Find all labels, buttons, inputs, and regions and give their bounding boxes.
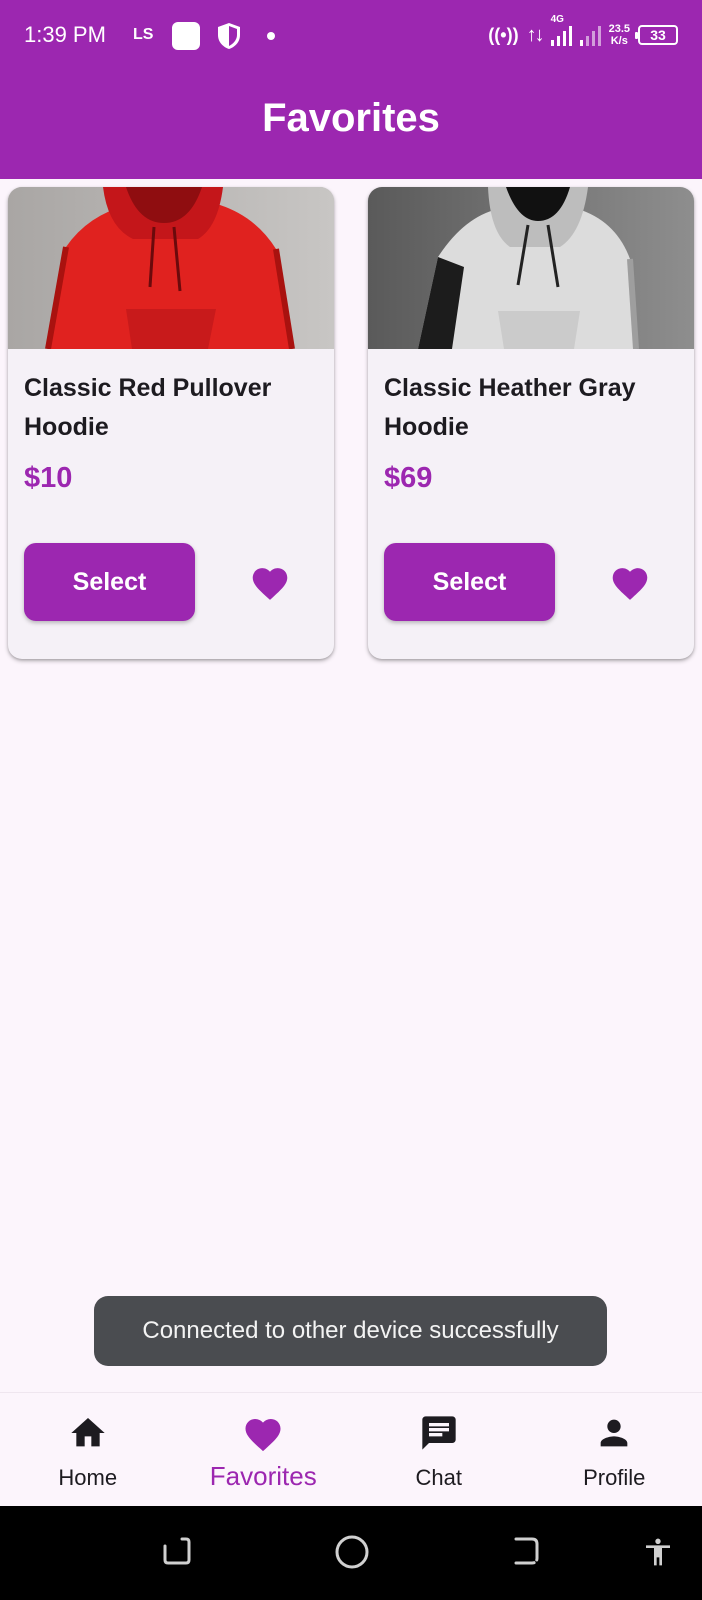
notification-dot bbox=[267, 32, 275, 40]
nav-label-chat: Chat bbox=[415, 1465, 462, 1490]
signal-icon-secondary bbox=[579, 24, 601, 46]
signal-icon: 4G bbox=[550, 14, 572, 46]
product-title: Classic Red Pullover Hoodie bbox=[24, 374, 272, 441]
select-button[interactable]: Select bbox=[24, 543, 195, 621]
product-image-gray-hoodie[interactable] bbox=[368, 187, 694, 349]
nav-item-chat[interactable]: Chat bbox=[351, 1393, 527, 1507]
network-type: 4G bbox=[550, 14, 564, 25]
chat-icon bbox=[419, 1413, 459, 1458]
shield-icon bbox=[216, 22, 242, 55]
battery-icon: 33 bbox=[635, 25, 678, 45]
data-transfer-icon: ↑↓ bbox=[526, 23, 545, 46]
person-icon bbox=[594, 1413, 634, 1458]
battery-level: 33 bbox=[650, 27, 666, 43]
product-price: $10 bbox=[24, 462, 73, 494]
notification-app-icon bbox=[172, 22, 200, 50]
nav-item-favorites[interactable]: Favorites bbox=[176, 1393, 352, 1507]
home-icon bbox=[68, 1413, 108, 1458]
heart-icon[interactable] bbox=[609, 563, 651, 606]
toast-message: Connected to other device successfully bbox=[94, 1296, 607, 1366]
bottom-navigation: Home Favorites Chat Profile bbox=[0, 1392, 702, 1506]
product-card[interactable]: Classic Red Pullover Hoodie $10 Select bbox=[8, 187, 334, 659]
product-card[interactable]: Classic Heather Gray Hoodie $69 Select bbox=[368, 187, 694, 659]
home-circle-icon[interactable] bbox=[334, 1534, 370, 1575]
nav-label-favorites: Favorites bbox=[209, 1461, 317, 1491]
toast-text: Connected to other device successfully bbox=[142, 1317, 559, 1344]
system-navigation-bar bbox=[0, 1506, 702, 1600]
app-header: 1:39 PM LS ((•)) ↑↓ 4G 23.5 K/s 33 Favor… bbox=[0, 0, 702, 179]
speed-value: 23.5 bbox=[608, 23, 630, 35]
nav-item-profile[interactable]: Profile bbox=[527, 1393, 702, 1507]
recent-apps-icon[interactable] bbox=[160, 1534, 194, 1573]
select-button[interactable]: Select bbox=[384, 543, 555, 621]
status-time: 1:39 PM bbox=[24, 22, 106, 47]
product-title: Classic Heather Gray Hoodie bbox=[384, 374, 636, 441]
heart-icon[interactable] bbox=[249, 563, 291, 606]
product-price: $69 bbox=[384, 462, 433, 494]
status-icons: ((•)) ↑↓ 4G 23.5 K/s 33 bbox=[488, 14, 678, 50]
nav-label-profile: Profile bbox=[583, 1465, 646, 1490]
back-icon[interactable] bbox=[508, 1534, 542, 1573]
speed-unit: K/s bbox=[610, 35, 628, 47]
heart-icon bbox=[242, 1413, 284, 1458]
page-title: Favorites bbox=[262, 96, 440, 140]
hotspot-icon: ((•)) bbox=[488, 24, 519, 45]
product-image-red-hoodie[interactable] bbox=[8, 187, 334, 349]
nav-label-home: Home bbox=[58, 1465, 118, 1490]
network-speed: 23.5 K/s bbox=[609, 23, 630, 47]
status-bar: 1:39 PM LS ((•)) ↑↓ 4G 23.5 K/s 33 bbox=[0, 0, 702, 72]
nav-item-home[interactable]: Home bbox=[0, 1393, 176, 1507]
accessibility-icon[interactable] bbox=[642, 1534, 674, 1575]
carrier-badge: LS bbox=[133, 26, 154, 43]
